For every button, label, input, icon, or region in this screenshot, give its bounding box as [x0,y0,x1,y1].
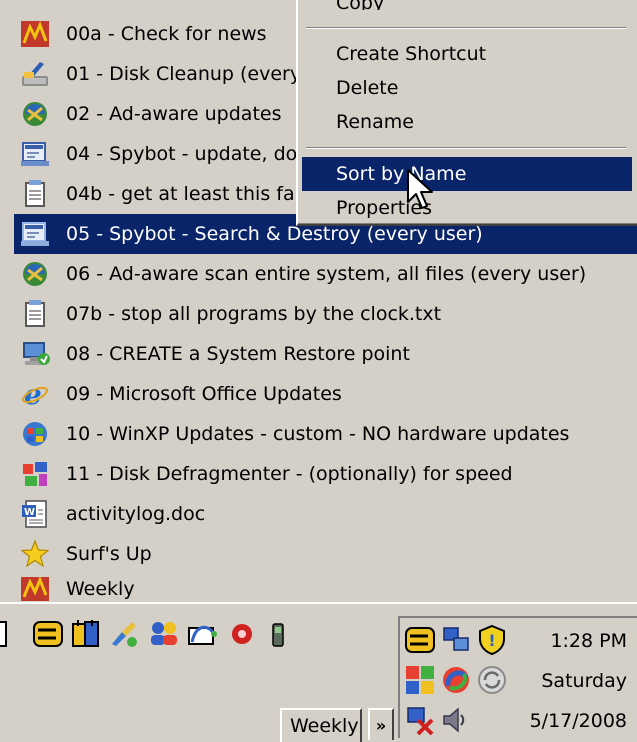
folder-icon[interactable] [0,618,24,650]
weekly-folder-icon [20,574,50,604]
quick-launch-toolbar [0,618,400,658]
mouse-pointer-icon [407,169,433,209]
clock-time[interactable]: 1:28 PM [550,630,627,652]
ad-aware-icon [20,99,50,129]
storage-tray-icon[interactable] [404,624,436,656]
windows-update-icon [20,419,50,449]
clipboard-icon[interactable] [70,618,102,650]
paint-icon[interactable] [108,618,140,650]
security-shield-icon[interactable]: ! [476,624,508,656]
context-rename[interactable]: Rename [302,105,632,139]
antivirus-icon[interactable] [440,664,472,696]
internet-explorer-icon: e [20,379,50,409]
menu-item-label: Surf's Up [66,543,152,565]
svg-text:W: W [24,507,35,518]
star-icon [20,539,50,569]
system-tray: ! 1:28 PM Saturday 5/17/2008 [398,616,637,738]
menu-item-office-updates[interactable]: e 09 - Microsoft Office Updates [14,374,637,414]
ad-aware-icon [20,259,50,289]
network-connections-icon[interactable] [440,624,472,656]
menu-item-label: activitylog.doc [66,503,206,525]
menu-item-label: 11 - Disk Defragmenter - (optionally) fo… [66,463,513,485]
taskbar-chevron-button[interactable]: » [368,708,394,740]
context-delete[interactable]: Delete [302,71,632,105]
menu-item-winxp-updates[interactable]: 10 - WinXP Updates - custom - NO hardwar… [14,414,637,454]
menu-item-label: 05 - Spybot - Search & Destroy (every us… [66,223,483,245]
notepad-icon [20,179,50,209]
defragmenter-icon [20,459,50,489]
menu-item-activitylog[interactable]: W activitylog.doc [14,494,637,534]
menu-item-label: 10 - WinXP Updates - custom - NO hardwar… [66,423,570,445]
menu-item-disk-defragmenter[interactable]: 11 - Disk Defragmenter - (optionally) fo… [14,454,637,494]
menu-item-weekly[interactable]: Weekly [14,574,637,604]
clock-date[interactable]: 5/17/2008 [530,710,627,732]
context-properties[interactable]: Properties [302,191,632,225]
weekly-folder-icon [20,19,50,49]
disk-cleanup-icon [20,59,50,89]
network-icon[interactable] [186,618,218,650]
storage-icon[interactable] [32,618,64,650]
menu-item-label: 04b - get at least this far.txt [66,183,333,205]
context-copy[interactable]: Copy [302,0,632,10]
context-separator [306,27,626,29]
clock-day[interactable]: Saturday [541,670,627,692]
menu-item-label: 00a - Check for news [66,23,267,45]
notepad-icon [20,299,50,329]
menu-item-ad-aware-scan[interactable]: 06 - Ad-aware scan entire system, all fi… [14,254,637,294]
volume-icon[interactable] [440,704,472,736]
menu-item-stop-programs[interactable]: 07b - stop all programs by the clock.txt [14,294,637,334]
users-icon[interactable] [148,618,180,650]
menu-item-label: 06 - Ad-aware scan entire system, all fi… [66,263,587,285]
menu-item-label: Weekly [66,578,135,600]
word-document-icon: W [20,499,50,529]
menu-item-label: 09 - Microsoft Office Updates [66,383,342,405]
context-menu: Copy Create Shortcut Delete Rename Sort … [296,0,637,226]
taskbar: Weekly » ! 1:28 PM Saturday 5/17/2008 [0,602,637,742]
menu-item-label: 07b - stop all programs by the clock.txt [66,303,442,325]
context-create-shortcut[interactable]: Create Shortcut [302,37,632,71]
windows-logo-icon[interactable] [404,664,436,696]
system-restore-icon [20,339,50,369]
spybot-icon [20,139,50,169]
menu-item-label: 08 - CREATE a System Restore point [66,343,410,365]
mobile-device-icon[interactable] [262,618,294,650]
network-disconnected-icon[interactable] [404,704,436,736]
svg-text:!: ! [488,631,495,650]
spybot-icon [20,219,50,249]
menu-item-label: 02 - Ad-aware updates [66,103,282,125]
context-sort-by-name[interactable]: Sort by Name [302,157,632,191]
menu-item-system-restore[interactable]: 08 - CREATE a System Restore point [14,334,637,374]
record-icon[interactable] [226,618,258,650]
context-separator [306,147,626,149]
menu-item-surfs-up[interactable]: Surf's Up [14,534,637,574]
sync-icon[interactable] [476,664,508,696]
taskbar-button-weekly[interactable]: Weekly [280,708,362,742]
